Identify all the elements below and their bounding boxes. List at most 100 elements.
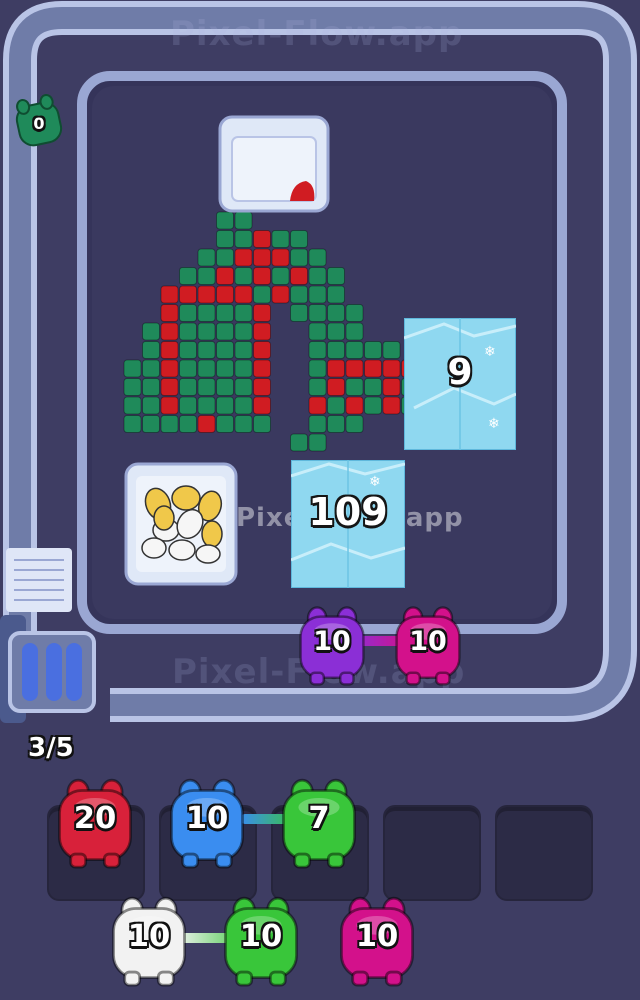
svg-text:❄: ❄: [488, 416, 500, 432]
pixel-green: [345, 341, 364, 359]
pixel-red: [253, 248, 271, 267]
pixel-red: [327, 378, 345, 396]
pixel-green: [290, 248, 308, 267]
pixel-green: [123, 359, 142, 378]
pixel-green: [197, 304, 216, 322]
reserve-pig-2[interactable]: 10: [218, 893, 304, 995]
pixel-green: [234, 211, 253, 230]
pixel-green: [216, 396, 234, 415]
pixel-red: [327, 359, 345, 378]
pixel-green: [234, 322, 253, 341]
pixel-red: [345, 396, 364, 415]
pixel-green: [216, 359, 234, 378]
pixel-red: [271, 248, 290, 267]
pixel-green: [234, 341, 253, 359]
pixel-green: [308, 267, 327, 285]
conveyor-pig-1-value: 10: [313, 626, 351, 658]
pixel-green: [216, 341, 234, 359]
pixel-red: [308, 396, 327, 415]
pixel-green: [123, 378, 142, 396]
pixel-red: [160, 378, 179, 396]
pixel-green: [197, 378, 216, 396]
pixel-green: [308, 433, 327, 452]
pixel-red: [253, 341, 271, 359]
pixel-green: [234, 378, 253, 396]
pixel-green: [308, 304, 327, 322]
pixel-red: [253, 378, 271, 396]
slot-pig-3-value: 7: [308, 801, 330, 837]
pixel-green: [345, 304, 364, 322]
pixel-green: [216, 322, 234, 341]
pixel-red: [382, 396, 401, 415]
pixel-green: [179, 396, 197, 415]
pixel-green: [308, 378, 327, 396]
slot-4[interactable]: [383, 805, 481, 901]
pixel-red: [179, 285, 197, 304]
pixel-green: [216, 378, 234, 396]
pixel-green: [197, 396, 216, 415]
pixel-green: [364, 378, 382, 396]
pixel-red: [160, 322, 179, 341]
pixel-green: [364, 396, 382, 415]
pixel-green: [197, 248, 216, 267]
pixel-green: [253, 415, 271, 433]
pixel-green: [142, 378, 160, 396]
pixel-green: [216, 415, 234, 433]
pixel-green: [234, 396, 253, 415]
pixel-green: [345, 322, 364, 341]
pixel-green: [271, 230, 290, 248]
slot-5[interactable]: [495, 805, 593, 901]
reserve-pig-3[interactable]: 10: [334, 893, 420, 995]
pixel-green: [234, 230, 253, 248]
pixel-green: [197, 359, 216, 378]
conveyor-pig-1[interactable]: 10: [294, 603, 370, 693]
pixel-red: [197, 285, 216, 304]
pixel-green: [345, 415, 364, 433]
pixel-green: [308, 322, 327, 341]
ice-block-large-count: 109: [308, 490, 388, 534]
pixel-red: [271, 285, 290, 304]
pixel-red: [253, 396, 271, 415]
reserve-pig-1[interactable]: 10: [106, 893, 192, 995]
pixel-red: [216, 267, 234, 285]
pixel-red: [160, 304, 179, 322]
reserve-pig-3-value: 10: [355, 919, 399, 955]
pixel-red: [290, 267, 308, 285]
pixel-green: [179, 378, 197, 396]
pixel-green: [234, 267, 253, 285]
conveyor-pig-2[interactable]: 10: [390, 603, 466, 693]
pixel-green: [271, 267, 290, 285]
ice-block-small-count: 9: [447, 352, 473, 393]
pixel-green: [142, 396, 160, 415]
svg-text:❄: ❄: [369, 474, 381, 490]
pixel-green: [234, 304, 253, 322]
pixel-red: [253, 230, 271, 248]
pixel-green: [179, 341, 197, 359]
game-stage: Pixel-Flow.app Pixel-Flow.app Pixel-Flow…: [0, 0, 640, 1000]
pixel-red: [253, 267, 271, 285]
pixel-green: [327, 396, 345, 415]
slot-pig-1[interactable]: 20: [52, 775, 138, 877]
pixel-green: [234, 415, 253, 433]
slot-pig-3[interactable]: 7: [276, 775, 362, 877]
pixel-red: [234, 285, 253, 304]
pixel-green: [327, 285, 345, 304]
pixel-red: [160, 341, 179, 359]
pixel-green: [197, 267, 216, 285]
pixel-green: [216, 211, 234, 230]
pixel-green: [123, 415, 142, 433]
conveyor-pig-2-value: 10: [409, 626, 447, 658]
pixel-red: [234, 248, 253, 267]
pixel-green: [197, 341, 216, 359]
pixel-green: [308, 415, 327, 433]
slot-pig-2[interactable]: 10: [164, 775, 250, 877]
pixel-green: [216, 248, 234, 267]
pixel-green: [179, 304, 197, 322]
pixel-red: [160, 359, 179, 378]
pixel-green: [382, 341, 401, 359]
queue-counter: 3/5: [28, 733, 74, 763]
pixel-green: [308, 285, 327, 304]
pixel-red: [382, 359, 401, 378]
pixel-green: [327, 304, 345, 322]
pixel-green: [179, 267, 197, 285]
